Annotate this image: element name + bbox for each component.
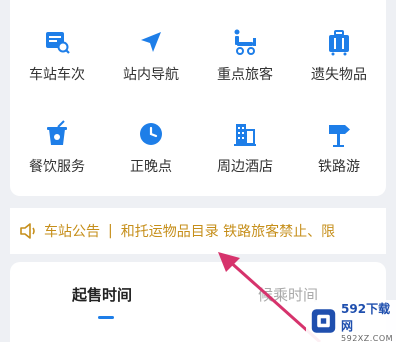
tab-sale-start-time[interactable]: 起售时间 [72, 284, 132, 305]
service-label: 车站车次 [29, 67, 85, 83]
station-search-icon [46, 32, 70, 54]
watermark-title: 592下载网 [341, 301, 391, 333]
service-label: 周边酒店 [217, 159, 273, 175]
service-label: 站内导航 [123, 67, 179, 83]
site-watermark: 592下载网 592XZ.COM [306, 300, 396, 342]
notice-label: 车站公告 [44, 224, 100, 240]
service-label: 铁路游 [318, 159, 360, 175]
service-railway-tours[interactable]: 铁路游 [292, 120, 386, 176]
station-notice-bar[interactable]: 车站公告 | 和托运物品目录 铁路旅客禁止、限 [10, 208, 386, 254]
luggage-icon [329, 30, 349, 56]
clock-icon [140, 123, 162, 145]
watermark-subtitle: 592XZ.COM [341, 333, 394, 342]
navigation-arrow-icon [141, 32, 161, 52]
service-train-status[interactable]: 正晚点 [104, 120, 198, 176]
active-tab-indicator [98, 316, 114, 319]
notice-separator: | [108, 223, 113, 239]
service-nearby-hotels[interactable]: 周边酒店 [198, 120, 292, 176]
service-indoor-navigation[interactable]: 站内导航 [104, 28, 198, 84]
service-label: 重点旅客 [217, 67, 273, 83]
service-lost-found[interactable]: 遗失物品 [292, 28, 386, 84]
wheelchair-icon [234, 29, 256, 55]
service-catering[interactable]: 餐饮服务 [10, 120, 104, 176]
service-key-passengers[interactable]: 重点旅客 [198, 28, 292, 84]
service-label: 餐饮服务 [29, 159, 85, 175]
watermark-logo-icon [311, 309, 336, 333]
service-label: 正晚点 [130, 159, 172, 175]
service-label: 遗失物品 [311, 67, 367, 83]
notice-marquee-text[interactable]: 和托运物品目录 铁路旅客禁止、限 [121, 221, 335, 241]
hotel-building-icon [234, 124, 256, 146]
signpost-icon [329, 125, 350, 147]
service-grid: 车站车次 站内导航 重点旅客 遗失物品 餐饮服务 正晚点 周边酒店 铁路游 [10, 0, 386, 196]
drink-cup-icon [47, 120, 67, 145]
speaker-icon [20, 223, 35, 239]
service-station-trains[interactable]: 车站车次 [10, 28, 104, 84]
